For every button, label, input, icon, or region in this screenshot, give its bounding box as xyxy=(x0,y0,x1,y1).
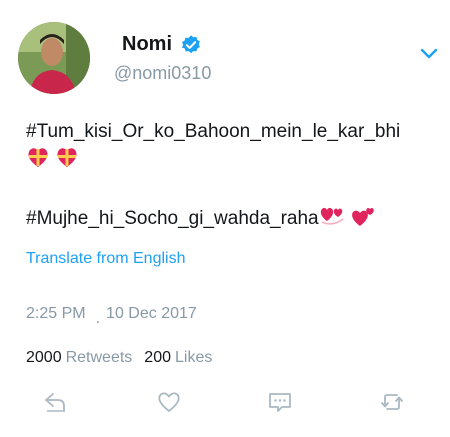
reply-icon[interactable] xyxy=(42,388,70,416)
tweet-stats: 2000 Retweets 200 Likes xyxy=(26,349,224,367)
message-icon[interactable] xyxy=(266,388,294,416)
likes-count: 200 xyxy=(144,349,171,366)
translate-link[interactable]: Translate from English xyxy=(26,250,185,268)
heart-gift-emoji-icon xyxy=(55,146,79,174)
likes-stat[interactable]: 200 Likes xyxy=(144,349,224,366)
tweet-text-line-1[interactable]: #Tum_kisi_Or_ko_Bahoon_mein_le_kar_bhi xyxy=(26,121,400,143)
likes-label: Likes xyxy=(175,349,213,366)
user-handle[interactable]: @nomi0310 xyxy=(114,63,211,84)
heart-gift-emoji-icon xyxy=(26,146,50,174)
retweet-icon[interactable] xyxy=(378,388,406,416)
chevron-down-icon[interactable] xyxy=(418,44,440,64)
two-hearts-emoji-icon xyxy=(350,205,376,233)
tweet-timestamp[interactable]: 2:25 PM. 10 Dec 2017 xyxy=(26,305,197,327)
tweet-time: 2:25 PM xyxy=(26,305,86,322)
user-name[interactable]: Nomi xyxy=(122,33,172,56)
revolving-hearts-emoji-icon xyxy=(319,205,345,233)
heart-icon[interactable] xyxy=(155,388,183,416)
verified-badge-icon xyxy=(180,34,202,56)
tweet-emoji-line xyxy=(26,146,79,174)
retweets-stat[interactable]: 2000 Retweets xyxy=(26,349,144,366)
tweet-text-line-2[interactable]: #Mujhe_hi_Socho_gi_wahda_raha xyxy=(26,205,376,233)
avatar[interactable] xyxy=(18,22,90,94)
tweet-date: 10 Dec 2017 xyxy=(106,305,197,322)
retweets-label: Retweets xyxy=(65,349,133,366)
retweets-count: 2000 xyxy=(26,349,62,366)
tweet-action-bar xyxy=(0,388,450,418)
tweet-hashtag[interactable]: #Mujhe_hi_Socho_gi_wahda_raha xyxy=(26,208,319,229)
user-name-row[interactable]: Nomi xyxy=(122,33,202,56)
meta-separator: . xyxy=(95,310,101,327)
